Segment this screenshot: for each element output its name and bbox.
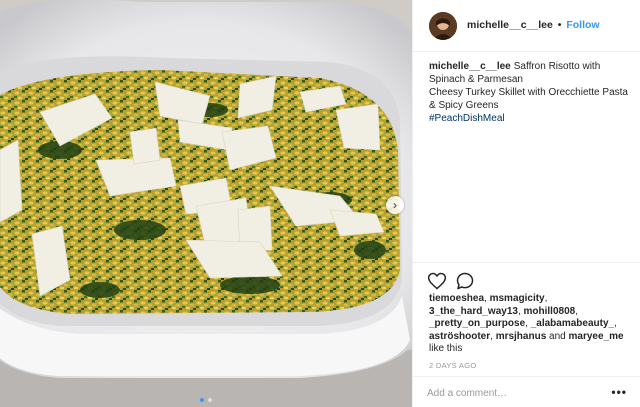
carousel-dot-active [200,398,204,402]
liker-link[interactable]: mohill0808 [524,306,576,317]
liker-link[interactable]: _alabamabeauty_ [531,318,614,329]
comment-button[interactable] [455,271,475,291]
risotto-dish-illustration [0,0,412,407]
header-username-link[interactable]: michelle__c__lee [467,19,553,31]
like-button[interactable] [427,271,447,291]
carousel-dot [208,398,212,402]
heart-outline-icon [427,272,447,290]
liker-link[interactable]: aströshooter [429,331,490,342]
post-info-panel: michelle__c__lee • Follow michelle__c__l… [412,0,640,407]
post-photo[interactable]: › [0,0,412,407]
liker-link[interactable]: tiemoeshea [429,293,484,304]
caption-username-link[interactable]: michelle__c__lee [429,61,511,72]
action-bar [413,262,640,290]
liker-link[interactable]: 3_the_hard_way13 [429,306,518,317]
caption-line-4: & Spicy Greens [429,100,499,111]
caption-line-1: Saffron Risotto with [513,61,601,72]
likes-summary: tiemoeshea, msmagicity, 3_the_hard_way13… [429,293,624,354]
liker-link[interactable]: _pretty_on_purpose [429,318,525,329]
header-user-row: michelle__c__lee • Follow [467,19,600,31]
post-caption: michelle__c__lee Saffron Risotto with Spi… [429,60,629,125]
header-separator: • [557,19,562,31]
comment-bar: ••• [413,376,640,407]
profile-photo-icon [429,12,457,40]
follow-button[interactable]: Follow [566,19,599,31]
caption-line-2: Spinach & Parmesan [429,74,523,85]
speech-bubble-icon [456,272,474,290]
more-options-icon[interactable]: ••• [611,385,627,399]
liker-link[interactable]: mrsjhanus [496,331,547,342]
avatar[interactable] [429,12,457,40]
instagram-post-window: › michelle__c__lee • Follow michelle__c_… [0,0,640,407]
likes-suffix: like this [429,343,463,354]
hashtag-link[interactable]: #PeachDishMeal [429,112,629,125]
caption-line-3: Cheesy Turkey Skillet with Orecchiette P… [429,87,628,98]
carousel-dots [0,398,412,402]
post-timestamp[interactable]: 2 DAYS AGO [429,361,476,370]
comment-input[interactable] [427,385,597,401]
chevron-right-icon: › [393,198,397,212]
carousel-next-button[interactable]: › [386,196,404,214]
liker-link[interactable]: maryee_me [569,331,624,342]
post-header: michelle__c__lee • Follow [413,0,640,52]
liker-link[interactable]: msmagicity [490,293,545,304]
